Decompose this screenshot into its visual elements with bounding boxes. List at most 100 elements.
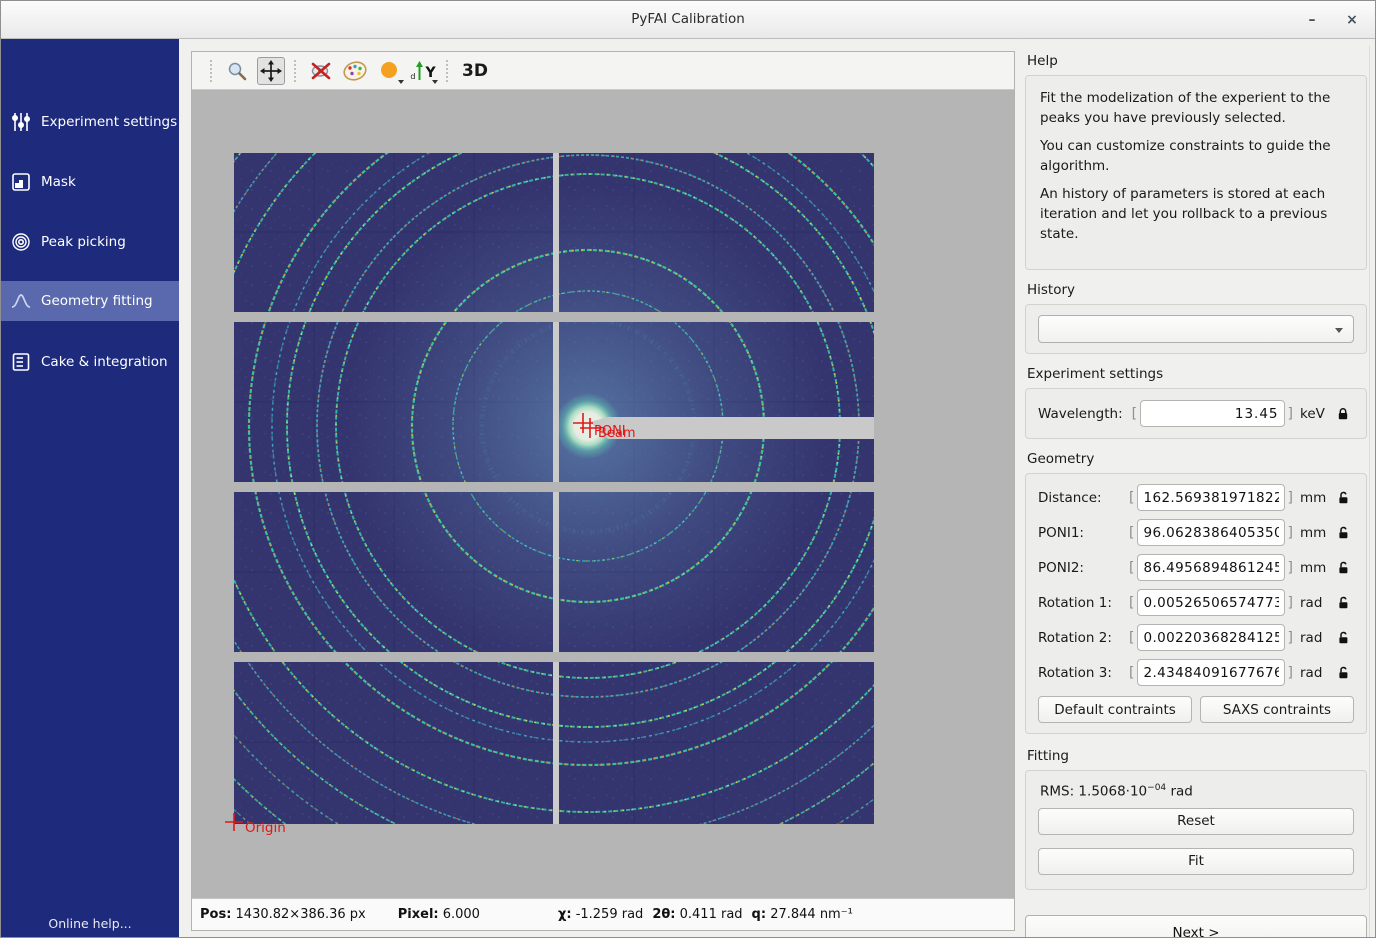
magnifier-icon [226,60,248,82]
online-help-link[interactable]: Online help... [1,916,179,931]
toolbar-grip[interactable] [210,60,214,82]
right-panel: Help Fit the modelization of the experie… [1025,46,1367,937]
help-paragraph: Fit the modelization of the experient to… [1040,88,1352,128]
bracket-left: [ [1126,595,1137,611]
sidebar: Experiment settings Mask Peak picking [1,39,179,937]
bracket-right: ] [1285,665,1296,681]
bracket-right: ] [1285,630,1296,646]
diffraction-image[interactable]: PONI Beam Origin [192,90,1014,898]
default-constraints-button[interactable]: Default contraints [1038,696,1192,723]
parameter-field[interactable] [1137,484,1284,511]
help-section-label: Help [1027,53,1367,69]
bracket-left: [ [1126,560,1137,576]
parameter-row: Rotation 3: [ ] rad [1038,659,1354,686]
palette-icon [342,59,368,83]
pan-arrows-icon [260,60,282,82]
history-section-label: History [1027,282,1367,298]
plot-widget: d Y 3D [191,51,1015,931]
status-segment: χ: -1.259 rad [558,907,643,922]
history-dropdown[interactable] [1038,315,1354,343]
bracket-right: ] [1285,525,1296,541]
sidebar-item-cake-integration[interactable]: Cake & integration [1,342,179,382]
detector-modules [192,90,1014,898]
wavelength-label: Wavelength: [1038,406,1129,422]
parameter-unit: rad [1300,595,1330,611]
bracket-right: ] [1285,490,1296,506]
dropdown-caret [432,80,438,84]
lock-open-icon[interactable] [1336,526,1354,540]
hide-crosshair-button[interactable] [307,57,335,85]
parameter-unit: rad [1300,665,1330,681]
close-button[interactable]: × [1339,9,1365,31]
toolbar-grip[interactable] [294,60,298,82]
plot-toolbar: d Y 3D [192,52,1014,90]
parameter-field[interactable] [1137,519,1284,546]
parameter-field[interactable] [1137,659,1284,686]
sidebar-item-geometry-fitting[interactable]: Geometry fitting [1,281,179,321]
plot-canvas[interactable]: PONI Beam Origin [192,90,1014,898]
bracket-left: [ [1126,525,1137,541]
lock-open-icon[interactable] [1336,666,1354,680]
parameter-row: PONI1: [ ] mm [1038,519,1354,546]
plot-statusbar: Pos: 1430.82×386.36 px Pixel: 6.000 χ: -1.… [192,898,1014,930]
lock-open-icon[interactable] [1336,491,1354,505]
parameter-row: PONI2: [ ] mm [1038,554,1354,581]
bracket-right: ] [1285,560,1296,576]
parameter-field[interactable] [1137,624,1284,651]
sidebar-item-label: Geometry fitting [41,293,153,309]
parameter-field[interactable] [1137,554,1284,581]
experiment-section-label: Experiment settings [1027,366,1367,382]
bracket-right: ] [1285,406,1296,422]
parameter-unit: rad [1300,630,1330,646]
sidebar-item-experiment-settings[interactable]: Experiment settings [1,102,179,142]
parameter-field[interactable] [1137,589,1284,616]
bracket-left: [ [1126,490,1137,506]
lock-open-icon[interactable] [1336,596,1354,610]
parameter-row: Rotation 2: [ ] rad [1038,624,1354,651]
wavelength-unit: keV [1300,406,1330,422]
toolbar-grip[interactable] [446,60,450,82]
help-box: Fit the modelization of the experient to… [1025,75,1367,270]
help-paragraph: An history of parameters is stored at ea… [1040,184,1352,244]
bracket-right: ] [1285,595,1296,611]
colormap-button[interactable] [341,57,369,85]
fit-button[interactable]: Fit [1038,848,1354,875]
titlebar: PyFAI Calibration – × [1,1,1375,39]
fitting-box: RMS: 1.5068·10−04 rad Reset Fit [1025,770,1367,890]
3d-view-button[interactable]: 3D [462,61,488,81]
zoom-tool-button[interactable] [223,57,251,85]
status-segment: Pixel: 6.000 [398,907,480,922]
beam-marker-label: Beam [598,426,636,441]
saxs-constraints-button[interactable]: SAXS contraints [1200,696,1354,723]
rms-value: RMS: 1.5068·10−04 rad [1040,783,1354,800]
status-segment: Pos: 1430.82×386.36 px [200,907,366,922]
sidebar-item-label: Experiment settings [41,114,177,130]
y-axis-orientation-button[interactable]: d Y [409,57,437,85]
wavelength-field[interactable] [1140,400,1284,427]
orange-circle-icon [378,60,400,82]
geometry-box: Distance: [ ] mm PONI1: [ ] mm PONI2: [ … [1025,473,1367,734]
lock-open-icon[interactable] [1336,631,1354,645]
bracket-left: [ [1129,406,1140,422]
next-button[interactable]: Next > [1025,915,1367,938]
reset-button[interactable]: Reset [1038,808,1354,835]
help-paragraph: You can customize constraints to guide t… [1040,136,1352,176]
pyfai-calibration-window: PyFAI Calibration – × Experiment setting… [0,0,1376,938]
minimize-button[interactable]: – [1299,9,1325,31]
parameter-label: Rotation 2: [1038,630,1126,646]
sidebar-item-label: Peak picking [41,234,126,250]
peak-curve-icon [10,290,32,312]
parameter-label: Distance: [1038,490,1126,506]
sidebar-item-label: Cake & integration [41,354,168,370]
status-segment: q: 27.844 nm⁻¹ [752,907,853,922]
fitting-section-label: Fitting [1027,748,1367,764]
sidebar-item-mask[interactable]: Mask [1,162,179,202]
parameter-unit: mm [1300,490,1330,506]
mask-color-button[interactable] [375,57,403,85]
parameter-row: Rotation 1: [ ] rad [1038,589,1354,616]
lock-open-icon[interactable] [1336,561,1354,575]
lock-closed-icon[interactable] [1336,407,1354,421]
parameter-label: Rotation 3: [1038,665,1126,681]
pan-tool-button[interactable] [257,57,285,85]
sidebar-item-peak-picking[interactable]: Peak picking [1,222,179,262]
